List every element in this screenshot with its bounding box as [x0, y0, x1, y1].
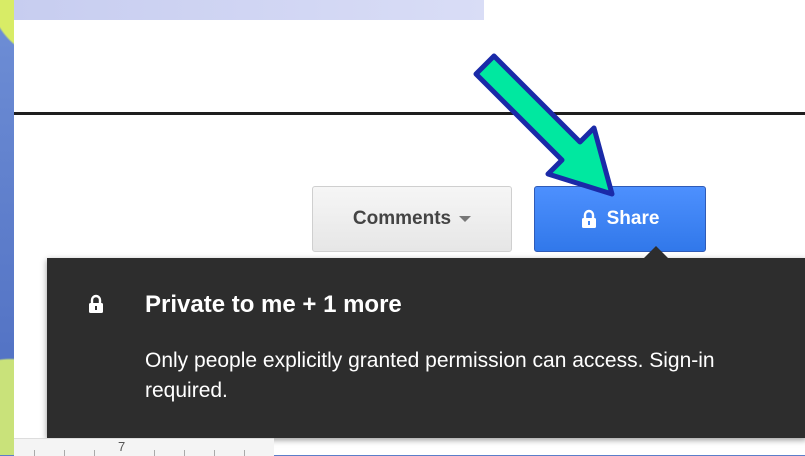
- ruler-tick: [64, 450, 65, 456]
- ruler-tick: [184, 450, 185, 456]
- document-window: Comments Share Private to me + 1 more On…: [14, 0, 805, 456]
- tooltip-description: Only people explicitly granted permissio…: [145, 349, 715, 402]
- ruler-number: 7: [118, 439, 126, 454]
- document-ruler: 7: [14, 438, 274, 456]
- ruler-tick: [94, 450, 95, 456]
- tooltip-title: Private to me + 1 more: [145, 291, 402, 318]
- tooltip-pointer: [643, 246, 669, 259]
- ruler-tick: [34, 450, 35, 456]
- pointer-arrow: [473, 53, 615, 197]
- ruler-tick: [244, 450, 245, 456]
- share-settings-tooltip: Private to me + 1 more Only people expli…: [47, 246, 805, 438]
- comments-button-label: Comments: [352, 208, 452, 229]
- lock-icon: [89, 294, 103, 313]
- toolbar-divider: [14, 112, 805, 115]
- lock-icon: [581, 209, 596, 228]
- caret-down-icon: [459, 216, 472, 222]
- window-top-strip: [14, 0, 484, 20]
- share-button-label: Share: [606, 208, 660, 229]
- ruler-tick: [214, 450, 215, 456]
- ruler-tick: [154, 450, 155, 456]
